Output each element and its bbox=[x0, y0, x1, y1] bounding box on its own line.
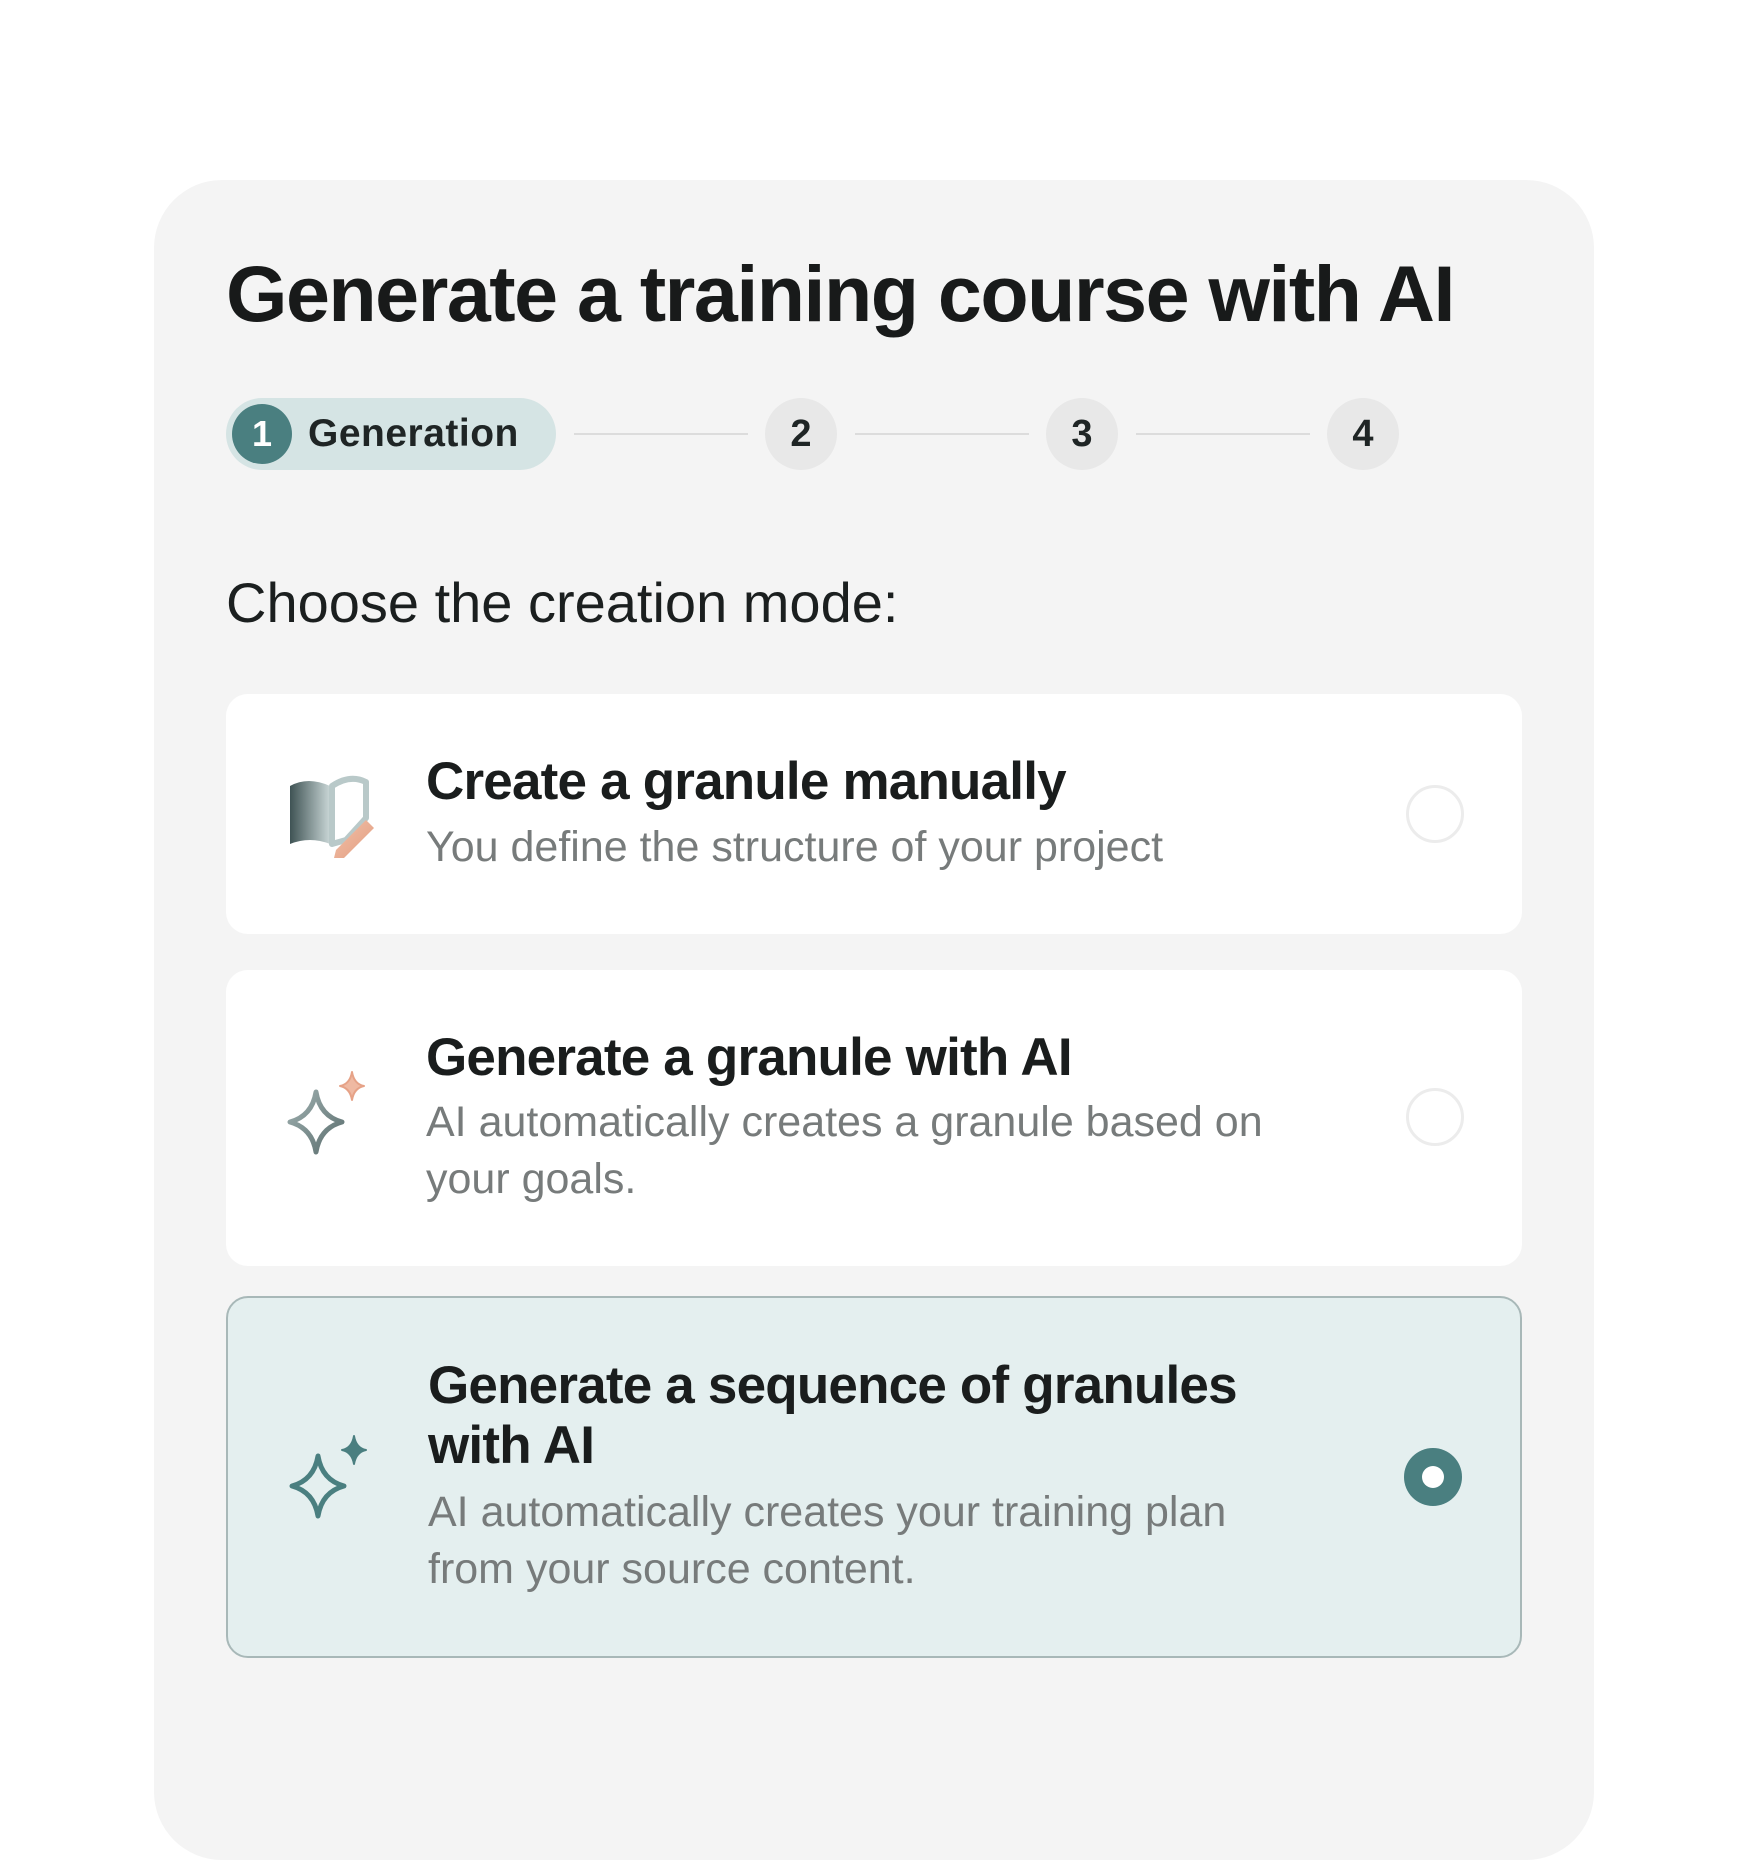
step-1-label: Generation bbox=[308, 412, 519, 455]
option-title: Create a granule manually bbox=[426, 752, 1067, 811]
step-3[interactable]: 3 bbox=[1046, 398, 1118, 470]
option-radio[interactable] bbox=[1406, 785, 1464, 843]
option-title: Generate a sequence of granules with AI bbox=[428, 1356, 1238, 1475]
option-radio[interactable] bbox=[1406, 1088, 1464, 1146]
page-title: Generate a training course with AI bbox=[226, 249, 1455, 338]
step-connector bbox=[855, 433, 1029, 435]
step-2[interactable]: 2 bbox=[765, 398, 837, 470]
option-description: You define the structure of your project bbox=[426, 823, 1164, 871]
book-pencil-icon bbox=[286, 768, 376, 858]
wizard-card: Generate a training course with AI 1 Gen… bbox=[154, 180, 1594, 1860]
option-description: AI automatically creates a granule based… bbox=[426, 1098, 1263, 1203]
option-description: AI automatically creates your training p… bbox=[428, 1488, 1227, 1593]
step-1-number: 1 bbox=[232, 404, 292, 464]
step-connector bbox=[1136, 433, 1310, 435]
step-4[interactable]: 4 bbox=[1327, 398, 1399, 470]
creation-mode-prompt: Choose the creation mode: bbox=[226, 571, 899, 634]
stepper: 1 Generation 2 3 4 bbox=[226, 398, 1522, 470]
sparkle-icon bbox=[286, 1070, 376, 1160]
option-radio-selected[interactable] bbox=[1404, 1448, 1462, 1506]
option-create-manually[interactable]: Create a granule manually You define the… bbox=[226, 694, 1522, 934]
option-generate-granule-ai[interactable]: Generate a granule with AI AI automatica… bbox=[226, 970, 1522, 1266]
sparkle-icon bbox=[288, 1434, 378, 1524]
step-1[interactable]: 1 Generation bbox=[226, 398, 556, 470]
option-title: Generate a granule with AI bbox=[426, 1028, 1073, 1087]
option-generate-sequence-ai[interactable]: Generate a sequence of granules with AI … bbox=[226, 1296, 1522, 1658]
step-connector bbox=[574, 433, 748, 435]
